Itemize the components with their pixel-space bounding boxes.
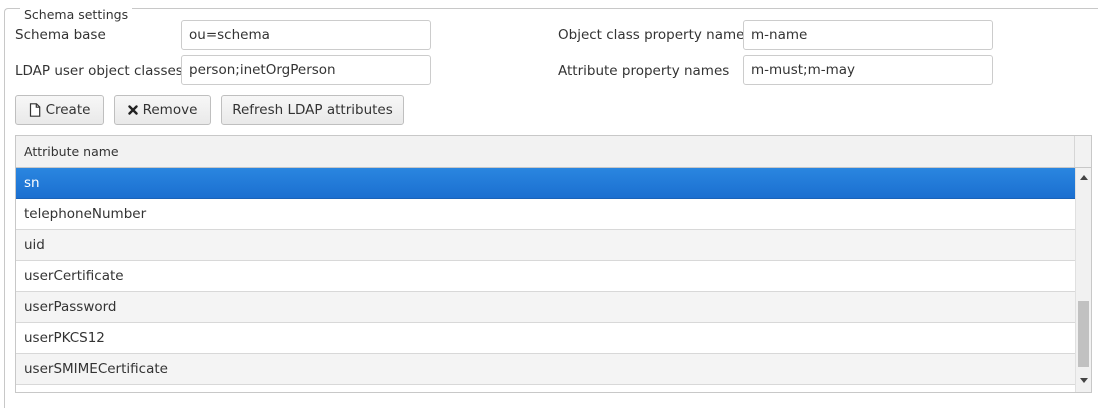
x-icon <box>127 105 138 115</box>
scrollbar-thumb[interactable] <box>1078 301 1089 367</box>
table-row[interactable]: sn <box>16 168 1075 199</box>
vertical-scrollbar[interactable] <box>1075 168 1091 392</box>
attribute-property-names-label: Attribute property names <box>558 63 730 79</box>
remove-button-label: Remove <box>142 102 198 118</box>
create-button-label: Create <box>45 102 91 118</box>
ldap-user-object-classes-label: LDAP user object classes <box>15 63 183 79</box>
arrow-up-icon[interactable] <box>1076 169 1091 185</box>
ldap-user-object-classes-input[interactable]: person;inetOrgPerson <box>181 55 431 85</box>
refresh-ldap-attributes-button[interactable]: Refresh LDAP attributes <box>221 95 404 125</box>
arrow-down-icon[interactable] <box>1076 372 1091 388</box>
object-class-property-name-input[interactable]: m-name <box>743 20 993 50</box>
schema-base-label: Schema base <box>15 27 106 43</box>
grid-rows: sn telephoneNumber uid userCertificate u… <box>16 168 1075 385</box>
create-button[interactable]: Create <box>15 95 104 125</box>
remove-button[interactable]: Remove <box>114 95 211 125</box>
column-header-attribute-name[interactable]: Attribute name <box>16 136 1075 167</box>
attribute-property-names-input[interactable]: m-must;m-may <box>743 55 993 85</box>
grid-header: Attribute name <box>16 136 1091 168</box>
table-row[interactable]: userPKCS12 <box>16 323 1075 354</box>
table-row[interactable]: userSMIMECertificate <box>16 354 1075 385</box>
file-icon <box>29 103 41 117</box>
table-row[interactable]: uid <box>16 230 1075 261</box>
attribute-grid: Attribute name sn telephoneNumber uid us… <box>15 135 1092 393</box>
refresh-ldap-attributes-label: Refresh LDAP attributes <box>232 102 393 118</box>
table-row[interactable]: userCertificate <box>16 261 1075 292</box>
schema-base-input[interactable]: ou=schema <box>181 20 431 50</box>
table-row[interactable]: telephoneNumber <box>16 199 1075 230</box>
object-class-property-name-label: Object class property name <box>558 27 745 43</box>
schema-settings-legend: Schema settings <box>20 8 133 22</box>
table-row[interactable]: userPassword <box>16 292 1075 323</box>
